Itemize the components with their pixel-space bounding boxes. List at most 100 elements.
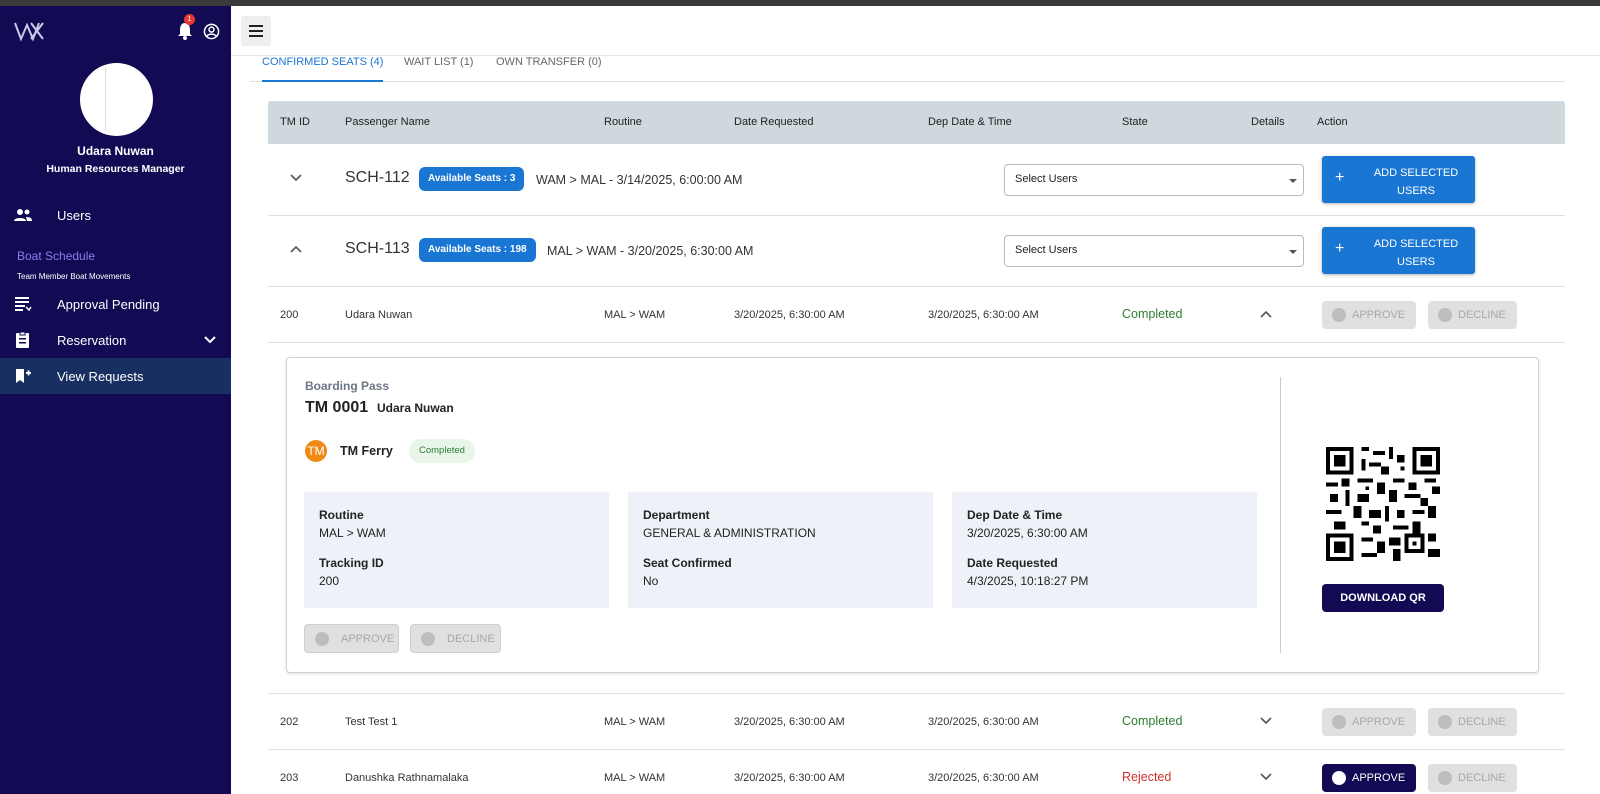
details-chevron-down-icon[interactable] bbox=[1260, 773, 1272, 781]
cell-passenger-name: Test Test 1 bbox=[345, 716, 398, 728]
account-circle-icon[interactable] bbox=[203, 23, 220, 40]
check-circle-icon bbox=[1332, 308, 1346, 322]
boarding-pass-tm-number: TM 0001 bbox=[305, 399, 369, 416]
cell-passenger-name: Danushka Rathnamalaka bbox=[345, 772, 469, 784]
dropdown-arrow-icon bbox=[1289, 250, 1297, 254]
cell-tm-id: 200 bbox=[280, 309, 299, 321]
sidebar-item-label: Reservation bbox=[57, 332, 127, 348]
check-circle-icon bbox=[315, 632, 329, 646]
select-users-dropdown[interactable]: Select Users bbox=[1004, 235, 1304, 267]
department-label: Department bbox=[643, 508, 710, 522]
sidebar-item-approval-pending[interactable]: Approval Pending bbox=[0, 286, 231, 322]
list-icon bbox=[15, 297, 32, 312]
approve-button[interactable]: APPROVE bbox=[1322, 764, 1416, 792]
approve-label: APPROVE bbox=[1352, 309, 1406, 321]
boarding-pass-title: Boarding Pass bbox=[305, 379, 390, 393]
pass-decline-button[interactable]: DECLINE bbox=[410, 624, 501, 653]
boarding-pass-passenger: Udara Nuwan bbox=[377, 401, 454, 415]
cell-passenger-name: Udara Nuwan bbox=[345, 309, 413, 321]
approve-label: APPROVE bbox=[1352, 716, 1406, 728]
date-requested-value: 4/3/2025, 10:18:27 PM bbox=[967, 574, 1089, 588]
menu-icon-line bbox=[249, 25, 263, 27]
menu-toggle-button[interactable] bbox=[241, 16, 271, 46]
select-placeholder: Select Users bbox=[1015, 173, 1078, 185]
table-header: TM ID Passenger Name Routine Date Reques… bbox=[268, 101, 1565, 144]
column-header: State bbox=[1122, 116, 1148, 128]
add-selected-users-button[interactable]: + ADD SELECTED USERS bbox=[1322, 156, 1475, 203]
details-chevron-down-icon[interactable] bbox=[1260, 717, 1272, 725]
approve-label: APPROVE bbox=[1352, 772, 1406, 784]
schedule-group-row: SCH-113 Available Seats : 198 MAL > WAM … bbox=[268, 215, 1565, 287]
expand-chevron-down-icon[interactable] bbox=[290, 174, 302, 182]
menu-icon-line bbox=[249, 35, 263, 37]
tab-own-transfer[interactable]: OWN TRANSFER (0) bbox=[496, 56, 602, 82]
sidebar-item-users[interactable]: Users bbox=[0, 197, 231, 233]
app-header bbox=[231, 6, 1600, 56]
details-chevron-up-icon[interactable] bbox=[1260, 310, 1272, 318]
logo-icon bbox=[14, 22, 44, 42]
info-box-route: Routine MAL > WAM Tracking ID 200 bbox=[304, 492, 609, 608]
bookmark-add-icon bbox=[16, 369, 31, 383]
tab-confirmed-seats[interactable]: CONFIRMED SEATS (4) bbox=[262, 56, 384, 82]
sidebar-item-label: Approval Pending bbox=[57, 296, 160, 312]
check-circle-icon bbox=[1332, 715, 1346, 729]
download-qr-button[interactable]: DOWNLOAD QR bbox=[1322, 584, 1444, 612]
chevron-down-icon bbox=[204, 336, 216, 344]
date-requested-label: Date Requested bbox=[967, 556, 1058, 570]
select-users-dropdown[interactable]: Select Users bbox=[1004, 164, 1304, 196]
tab-wait-list[interactable]: WAIT LIST (1) bbox=[404, 56, 473, 82]
people-icon bbox=[14, 209, 32, 221]
cell-routine: MAL > WAM bbox=[604, 716, 666, 728]
table-row: 203 Danushka Rathnamalaka MAL > WAM 3/20… bbox=[268, 750, 1565, 794]
boarding-pass-card: Boarding Pass TM 0001 Udara Nuwan TM TM … bbox=[286, 357, 1539, 673]
cell-dep-date-time: 3/20/2025, 6:30:00 AM bbox=[928, 716, 1039, 728]
add-selected-users-button[interactable]: + ADD SELECTED USERS bbox=[1322, 227, 1475, 274]
schedule-id: SCH-113 bbox=[345, 240, 410, 257]
schedule-route: WAM > MAL - 3/14/2025, 6:00:00 AM bbox=[536, 173, 743, 187]
cell-state: Completed bbox=[1122, 714, 1183, 728]
tab-bar: CONFIRMED SEATS (4) WAIT LIST (1) OWN TR… bbox=[250, 56, 1565, 82]
sidebar-item-label: View Requests bbox=[57, 368, 144, 384]
pass-approve-button[interactable]: APPROVE bbox=[304, 624, 399, 653]
menu-icon-line bbox=[249, 30, 263, 32]
profile-avatar bbox=[80, 63, 153, 136]
profile-name: Udara Nuwan bbox=[77, 144, 154, 158]
cell-dep-date-time: 3/20/2025, 6:30:00 AM bbox=[928, 772, 1039, 784]
add-button-label: ADD SELECTED USERS bbox=[1373, 238, 1459, 268]
available-seats-badge: Available Seats : 3 bbox=[419, 167, 525, 191]
decline-button[interactable]: DECLINE bbox=[1428, 301, 1517, 329]
cancel-circle-icon bbox=[1438, 308, 1452, 322]
department-value: GENERAL & ADMINISTRATION bbox=[643, 526, 816, 540]
sidebar-item-reservation[interactable]: Reservation bbox=[0, 322, 231, 358]
decline-button[interactable]: DECLINE bbox=[1428, 708, 1517, 736]
approve-button[interactable]: APPROVE bbox=[1322, 301, 1416, 329]
decline-label: DECLINE bbox=[447, 633, 495, 645]
requests-table: TM ID Passenger Name Routine Date Reques… bbox=[268, 101, 1565, 794]
row-detail-panel: Boarding Pass TM 0001 Udara Nuwan TM TM … bbox=[268, 341, 1565, 694]
section-title-boat-schedule[interactable]: Boat Schedule bbox=[17, 249, 95, 263]
check-circle-icon bbox=[1332, 771, 1346, 785]
sidebar: 1 Udara Nuwan Human Resources Manager Us… bbox=[0, 6, 231, 794]
decline-label: DECLINE bbox=[1458, 716, 1506, 728]
approve-button[interactable]: APPROVE bbox=[1322, 708, 1416, 736]
available-seats-badge: Available Seats : 198 bbox=[419, 238, 536, 262]
schedule-id: SCH-112 bbox=[345, 169, 410, 186]
divider bbox=[1280, 377, 1281, 653]
cell-date-requested: 3/20/2025, 6:30:00 AM bbox=[734, 772, 845, 784]
cell-dep-date-time: 3/20/2025, 6:30:00 AM bbox=[928, 309, 1039, 321]
info-box-dates: Dep Date & Time 3/20/2025, 6:30:00 AM Da… bbox=[952, 492, 1257, 608]
plus-icon: + bbox=[1335, 240, 1345, 257]
schedule-group-row: SCH-112 Available Seats : 3 WAM > MAL - … bbox=[268, 144, 1565, 216]
vessel-avatar: TM bbox=[305, 440, 327, 462]
approve-label: APPROVE bbox=[341, 633, 395, 645]
clipboard-icon bbox=[16, 332, 29, 348]
vessel-name: TM Ferry bbox=[340, 444, 393, 458]
decline-button[interactable]: DECLINE bbox=[1428, 764, 1517, 792]
qr-code-icon bbox=[1326, 447, 1440, 561]
cell-routine: MAL > WAM bbox=[604, 772, 666, 784]
sidebar-item-view-requests[interactable]: View Requests bbox=[0, 358, 231, 394]
table-row: 200 Udara Nuwan MAL > WAM 3/20/2025, 6:3… bbox=[268, 287, 1565, 343]
routine-value: MAL > WAM bbox=[319, 526, 386, 540]
routine-label: Routine bbox=[319, 508, 364, 522]
collapse-chevron-up-icon[interactable] bbox=[290, 245, 302, 253]
